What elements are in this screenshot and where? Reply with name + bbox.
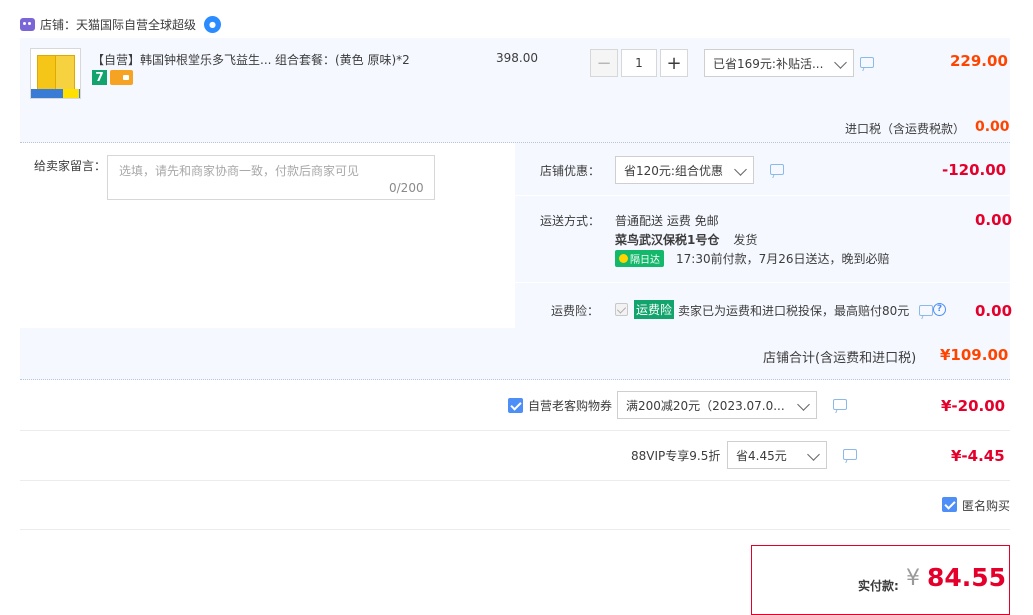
divider (20, 480, 1010, 481)
vip-value: ¥-4.45 (951, 447, 1005, 465)
item-subtotal: 229.00 (950, 52, 1008, 70)
chevron-down-icon (834, 56, 847, 69)
divider (20, 430, 1010, 431)
coupon-label: 自营老客购物券 (528, 399, 613, 413)
note-counter: 0/200 (389, 181, 424, 195)
shop-discount-select[interactable]: 省120元:组合优惠 (615, 156, 754, 184)
chevron-down-icon (734, 163, 747, 176)
import-tax-value: 0.00 (975, 119, 1010, 135)
help-icon[interactable]: ? (933, 303, 946, 316)
message-icon[interactable] (770, 164, 784, 175)
note-placeholder: 选填，请先和商家协商一致，付款后商家可见 (119, 164, 360, 178)
product-thumbnail[interactable] (30, 48, 81, 99)
store-label: 店铺： (40, 17, 77, 32)
insurance-checkbox (615, 303, 628, 316)
store-total-value: ¥109.00 (940, 346, 1009, 364)
item-promo-select-value: 已省169元:补贴活... (713, 56, 824, 71)
insurance-tag: 运费险 (634, 300, 675, 319)
decrease-quantity-button[interactable]: − (590, 49, 618, 77)
shop-discount-select-value: 省120元:组合优惠 (624, 163, 723, 178)
next-day-badge: 隔日达 (615, 250, 664, 267)
note-label: 给卖家留言： (34, 159, 107, 173)
store-total-label: 店铺合计(含运费和进口税) (763, 351, 917, 366)
payment-label: 实付款: (858, 579, 899, 593)
store-icon (20, 17, 35, 31)
divider (515, 195, 1010, 196)
shipping-warehouse: 菜鸟武汉保税1号仓 发货 (615, 231, 757, 248)
unit-price: 398.00 (496, 51, 538, 65)
message-icon[interactable] (843, 449, 857, 460)
vip-label: 88VIP专享9.5折 (631, 449, 721, 463)
message-icon[interactable] (833, 399, 847, 410)
shop-discount-value: -120.00 (942, 161, 1007, 179)
shipping-eta-text: 17:30前付款，7月26日送达，晚到必赔 (676, 252, 890, 266)
store-name[interactable]: 天猫国际自营全球超级 (76, 16, 196, 33)
message-icon[interactable] (860, 57, 874, 68)
payment-currency: ¥ (906, 566, 920, 591)
card-badge-icon (110, 70, 133, 85)
coupon-checkbox[interactable] (508, 398, 523, 413)
shipping-value: 0.00 (975, 211, 1013, 229)
item-promo-select[interactable]: 已省169元:补贴活... (704, 49, 854, 77)
anonymous-checkbox[interactable] (942, 497, 957, 512)
divider (20, 529, 1010, 530)
vip-select[interactable]: 省4.45元 (727, 441, 827, 469)
payment-amount: 84.55 (927, 563, 1007, 592)
coupon-select[interactable]: 满200减20元（2023.07.0... (617, 391, 817, 419)
coupon-select-value: 满200减20元（2023.07.0... (626, 398, 785, 413)
bolt-icon (619, 254, 628, 263)
insurance-label: 运费险： (551, 304, 600, 318)
seven-day-return-badge: 7 (92, 70, 107, 85)
chevron-down-icon (797, 398, 810, 411)
shipping-label: 运送方式： (540, 214, 601, 228)
quantity-stepper: − 1 + (590, 49, 688, 77)
store-header: 店铺： 天猫国际自营全球超级 ● (20, 14, 222, 34)
warehouse-action: 发货 (733, 233, 758, 247)
shop-discount-label: 店铺优惠： (540, 164, 601, 178)
product-sku: 组合套餐：(黄色 原味)*2 (275, 53, 410, 67)
message-icon[interactable] (919, 305, 933, 316)
increase-quantity-button[interactable]: + (660, 49, 688, 77)
product-title[interactable]: 【自营】韩国钟根堂乐多飞益生... (92, 51, 271, 68)
divider (515, 282, 1010, 283)
shipping-eta: 隔日达 17:30前付款，7月26日送达，晚到必赔 (615, 250, 890, 267)
warehouse-name: 菜鸟武汉保税1号仓 (615, 233, 720, 247)
coupon-value: ¥-20.00 (941, 397, 1006, 415)
insurance-value: 0.00 (975, 302, 1013, 320)
chevron-down-icon (807, 448, 820, 461)
quantity-input[interactable]: 1 (621, 49, 657, 77)
anonymous-label[interactable]: 匿名购买 (962, 497, 1010, 514)
import-tax-label: 进口税（含运费税款） (845, 122, 966, 136)
vip-select-value: 省4.45元 (736, 448, 787, 463)
insurance-text: 卖家已为运费和进口税投保，最高赔付80元 (678, 304, 910, 318)
drop-badge-icon: ● (204, 15, 222, 33)
shipping-method: 普通配送 运费 免邮 (615, 214, 719, 228)
